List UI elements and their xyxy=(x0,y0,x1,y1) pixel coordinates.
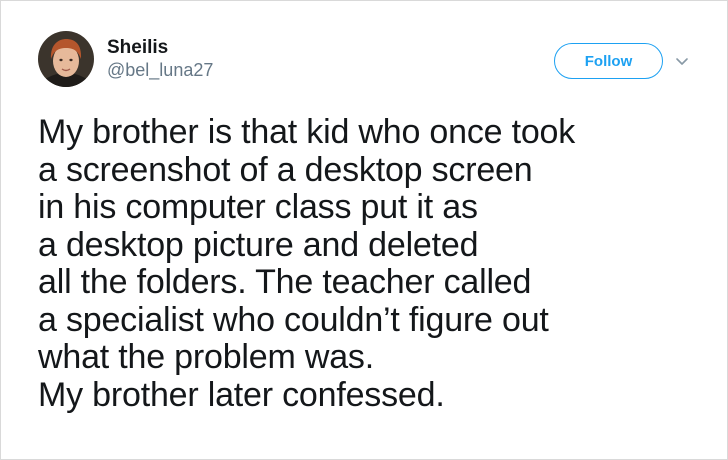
tweet-line: My brother later confessed. xyxy=(38,375,445,414)
tweet-line: all the folders. The teacher called xyxy=(38,263,532,301)
tweet-line: a specialist who couldn’t figure out xyxy=(38,300,549,339)
tweet-text: My brother is that kid who once took a s… xyxy=(38,113,698,414)
display-name[interactable]: Sheilis xyxy=(107,37,213,59)
tweet-line: in his computer class put it as xyxy=(38,188,478,226)
tweet-card: Sheilis @bel_luna27 Follow My brother is… xyxy=(0,0,728,460)
chevron-down-icon[interactable] xyxy=(675,54,689,65)
tweet-line: My brother is that kid who once took xyxy=(38,113,576,151)
user-handle[interactable]: @bel_luna27 xyxy=(107,59,213,81)
avatar-image xyxy=(38,31,94,87)
follow-button[interactable]: Follow xyxy=(554,43,663,79)
tweet-line: what the problem was. xyxy=(38,338,374,376)
tweet-line: a screenshot of a desktop screen xyxy=(38,150,533,189)
user-info: Sheilis @bel_luna27 xyxy=(107,37,213,81)
avatar[interactable] xyxy=(38,31,94,87)
tweet-line: a desktop picture and deleted xyxy=(38,225,479,264)
